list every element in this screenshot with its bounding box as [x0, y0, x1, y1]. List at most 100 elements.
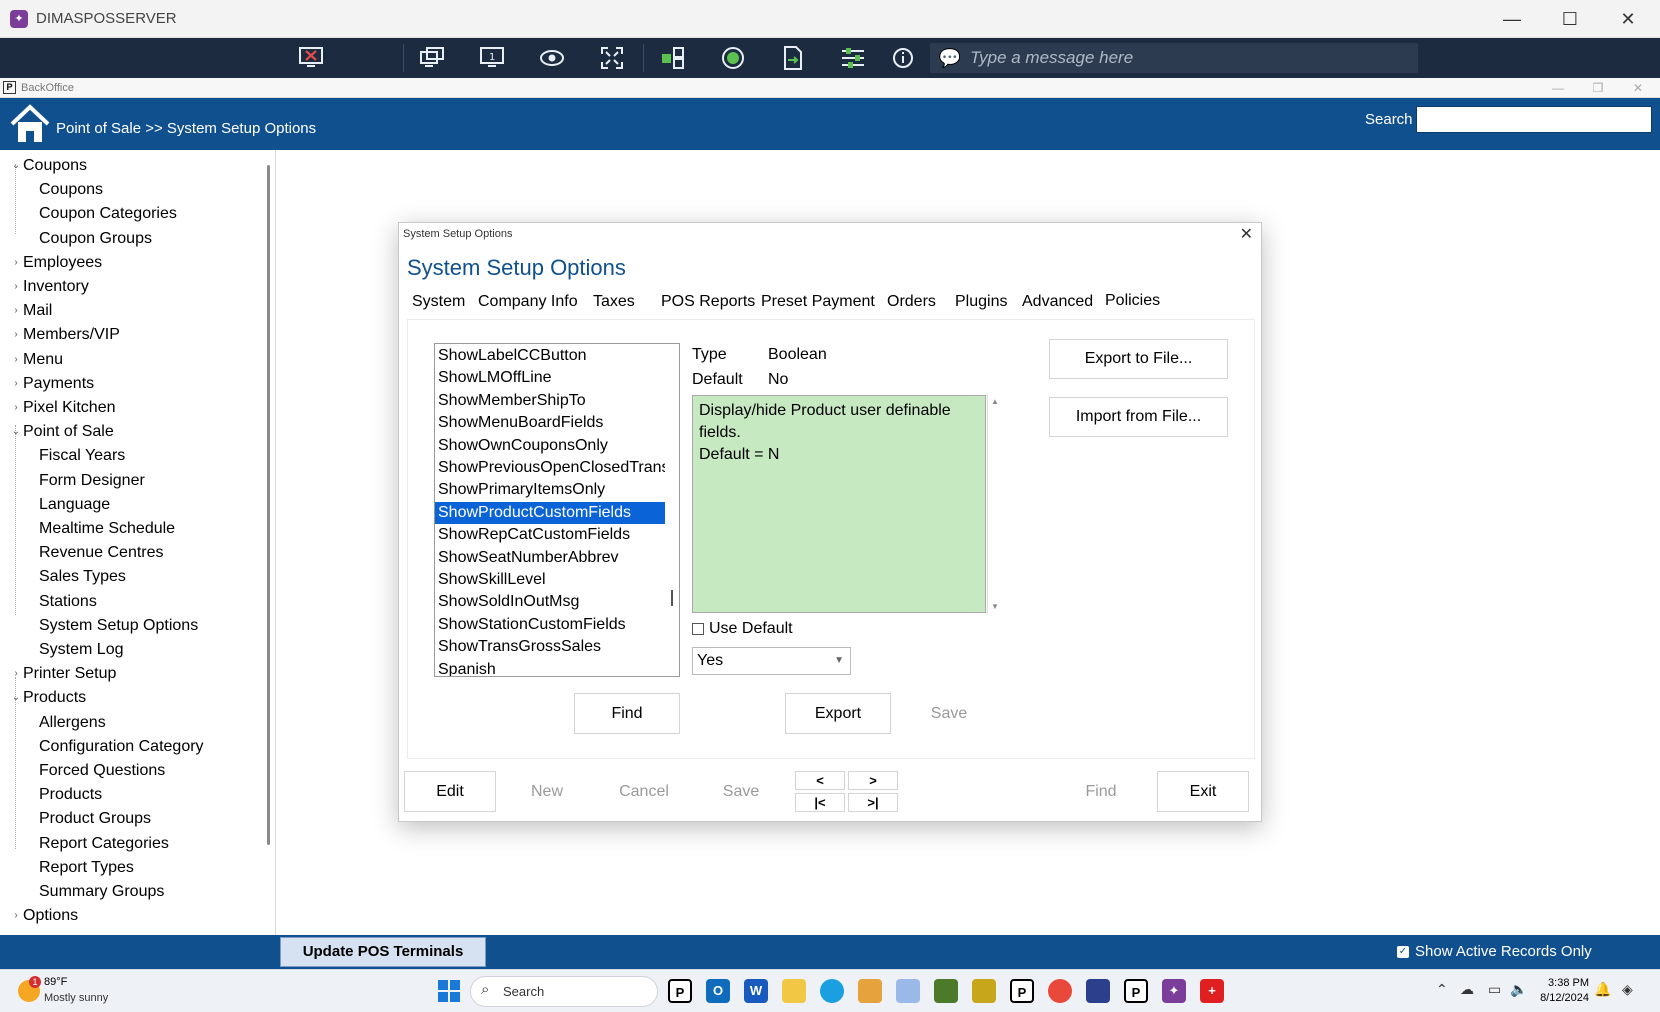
sidebar-scrollbar[interactable] — [267, 165, 270, 845]
tab-preset-payment[interactable]: Preset Payment — [761, 293, 875, 311]
sidebar-item[interactable]: › Mail — [14, 299, 52, 323]
chevron-right-icon[interactable]: › — [11, 372, 21, 396]
list-item[interactable]: ShowLMOffLine — [435, 367, 665, 389]
list-item[interactable]: ShowPrimaryItemsOnly — [435, 479, 665, 501]
view-icon[interactable] — [538, 44, 566, 72]
show-active-checkbox[interactable]: ✓ — [1397, 946, 1409, 958]
pos-app-icon-3[interactable]: P — [1124, 979, 1148, 1003]
record-icon[interactable] — [719, 44, 747, 72]
sidebar-item[interactable]: Configuration Category — [39, 735, 204, 759]
maximize-icon[interactable]: ☐ — [1541, 0, 1599, 38]
list-item[interactable]: ShowSoldInOutMsg — [435, 591, 665, 613]
list-item[interactable]: ShowTransGrossSales — [435, 636, 665, 658]
sidebar-item[interactable]: Sales Types — [39, 565, 126, 589]
last-record-button[interactable]: >| — [848, 793, 898, 812]
fullscreen-icon[interactable] — [598, 44, 626, 72]
sidebar-item[interactable]: System Setup Options — [39, 614, 198, 638]
chevron-right-icon[interactable]: › — [11, 323, 21, 347]
restore-icon[interactable]: ❐ — [1583, 78, 1613, 98]
tab-orders[interactable]: Orders — [887, 293, 936, 311]
taskbar-search[interactable]: ⌕ Search — [470, 976, 658, 1007]
update-pos-terminals-button[interactable]: Update POS Terminals — [280, 937, 486, 967]
value-select[interactable]: Yes ▼ — [692, 647, 851, 675]
sidebar-item[interactable]: ⌄ Products — [12, 686, 86, 710]
options-listbox[interactable]: ShowLabelCCButton ShowLMOffLine ShowMember… — [434, 343, 680, 677]
export-button[interactable]: Export — [785, 693, 891, 734]
close-icon[interactable]: ✕ — [1599, 0, 1657, 38]
pos-app-icon-2[interactable]: P — [1010, 979, 1034, 1003]
next-record-button[interactable]: > — [848, 771, 898, 790]
search-input[interactable] — [1416, 106, 1652, 133]
sidebar-item[interactable]: Fiscal Years — [39, 444, 125, 468]
network-icon[interactable]: ▭ — [1488, 981, 1501, 998]
sidebar-item[interactable]: › Employees — [14, 251, 102, 275]
volume-icon[interactable]: 🔈 — [1510, 981, 1527, 998]
list-item[interactable]: ShowSkillLevel — [435, 569, 665, 591]
list-item[interactable]: ShowRepCatCustomFields — [435, 524, 665, 546]
chevron-down-icon[interactable]: ⌄ — [11, 154, 21, 178]
dialog-close-icon[interactable]: ✕ — [1240, 224, 1253, 244]
file-transfer-icon[interactable] — [779, 44, 807, 72]
app-icon-blue[interactable] — [896, 979, 920, 1003]
pos-app-icon[interactable]: P — [668, 979, 692, 1003]
sidebar-item[interactable]: › Printer Setup — [14, 662, 116, 686]
sidebar-item[interactable]: Coupon Categories — [39, 202, 177, 226]
first-record-button[interactable]: |< — [795, 793, 845, 812]
sidebar-item[interactable]: Coupons — [39, 178, 103, 202]
red-cross-app-icon[interactable]: + — [1200, 979, 1224, 1003]
list-item[interactable]: ShowOwnCouponsOnly — [435, 435, 665, 457]
remote-app-icon[interactable]: ✦ — [1162, 979, 1186, 1003]
chevron-down-icon[interactable]: ⌄ — [11, 420, 21, 444]
sidebar-item[interactable]: Product Groups — [39, 807, 151, 831]
tab-taxes[interactable]: Taxes — [593, 293, 635, 311]
list-item[interactable]: ShowStationCustomFields — [435, 614, 665, 636]
sidebar-item[interactable]: Summary Groups — [39, 880, 164, 904]
tab-plugins[interactable]: Plugins — [955, 293, 1007, 311]
copilot-icon[interactable]: ◈ — [1622, 981, 1633, 998]
sidebar-item[interactable]: › Payments — [14, 372, 94, 396]
chevron-down-icon[interactable]: ⌄ — [11, 686, 21, 710]
close-icon[interactable]: ✕ — [1623, 78, 1653, 98]
app-icon-green[interactable] — [934, 979, 958, 1003]
info-icon[interactable] — [889, 44, 917, 72]
list-item[interactable]: ShowSeatNumberAbbrev — [435, 547, 665, 569]
single-monitor-icon[interactable]: 1 — [478, 44, 506, 72]
sidebar-item[interactable]: Report Types — [39, 856, 134, 880]
apps-icon[interactable] — [659, 44, 687, 72]
scroll-up-icon[interactable]: ▲ — [991, 397, 999, 406]
chevron-right-icon[interactable]: › — [11, 662, 21, 686]
outlook-icon[interactable]: O — [706, 979, 730, 1003]
chevron-right-icon[interactable]: › — [11, 299, 21, 323]
onedrive-icon[interactable]: ☁ — [1460, 981, 1474, 998]
list-item[interactable]: ShowMenuBoardFields — [435, 412, 665, 434]
sidebar-item[interactable]: › Pixel Kitchen — [14, 396, 115, 420]
sidebar-item[interactable]: Stations — [39, 590, 97, 614]
sidebar-item[interactable]: Products — [39, 783, 102, 807]
tab-system[interactable]: System — [412, 293, 465, 311]
use-default-checkbox[interactable] — [692, 623, 704, 635]
chevron-right-icon[interactable]: › — [11, 396, 21, 420]
sidebar-item[interactable]: System Log — [39, 638, 123, 662]
edit-button[interactable]: Edit — [404, 771, 496, 812]
sidebar-item[interactable]: › Menu — [14, 348, 63, 372]
sidebar-item[interactable]: Forced Questions — [39, 759, 165, 783]
tab-pos-reports[interactable]: POS Reports — [661, 293, 755, 311]
description-scrollbar[interactable]: ▲ ▼ — [987, 395, 1001, 613]
listbox-scrollbar[interactable] — [671, 590, 673, 606]
word-icon[interactable]: W — [744, 979, 768, 1003]
disconnect-icon[interactable] — [297, 44, 325, 72]
sidebar-item[interactable]: › Inventory — [14, 275, 88, 299]
new-button[interactable]: New — [501, 771, 593, 812]
list-item[interactable]: Spanish — [435, 659, 665, 676]
list-item[interactable]: ShowPreviousOpenClosedTrans — [435, 457, 665, 479]
find-record-button[interactable]: Find — [1055, 771, 1147, 812]
home-icon[interactable] — [8, 102, 52, 146]
windows-start-icon[interactable] — [438, 980, 460, 1002]
minimize-icon[interactable]: — — [1483, 0, 1541, 38]
list-item[interactable]: ShowLabelCCButton — [435, 345, 665, 367]
sidebar-item[interactable]: Allergens — [39, 711, 106, 735]
sidebar-item[interactable]: Report Categories — [39, 832, 169, 856]
export-to-file-button[interactable]: Export to File... — [1049, 339, 1228, 379]
file-explorer-icon[interactable] — [782, 979, 806, 1003]
app-icon-orange[interactable] — [858, 979, 882, 1003]
